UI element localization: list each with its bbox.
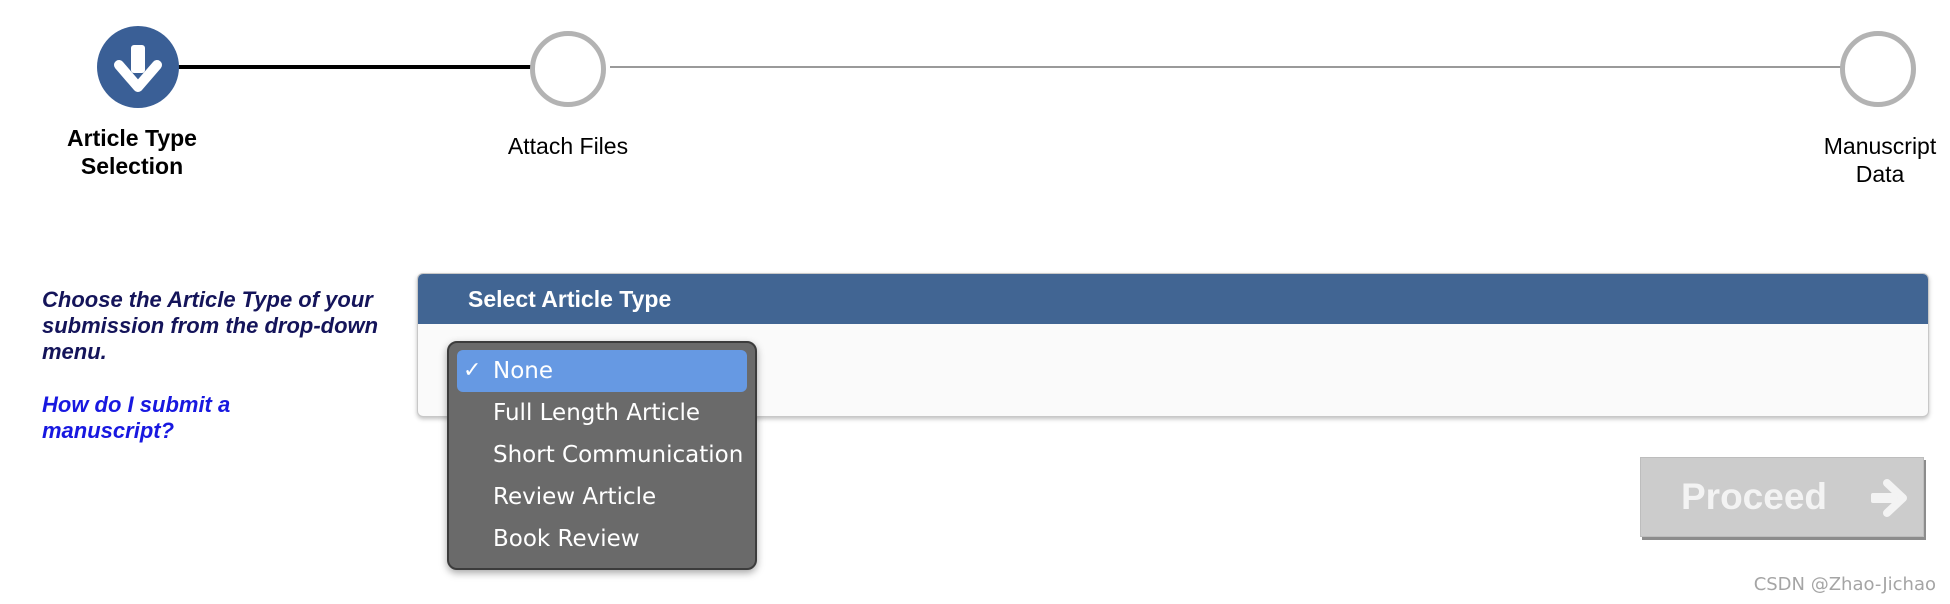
menu-option-review-article[interactable]: Review Article xyxy=(457,476,747,518)
arrow-right-icon xyxy=(1871,479,1907,517)
step-label-line: Data xyxy=(1855,161,1905,187)
step-label-line: Article Type xyxy=(67,125,197,151)
proceed-button[interactable]: Proceed xyxy=(1640,457,1924,537)
menu-option-label: Book Review xyxy=(493,526,640,552)
menu-option-label: Review Article xyxy=(493,484,657,510)
menu-option-book-review[interactable]: Book Review xyxy=(457,518,747,560)
menu-option-label: None xyxy=(493,358,554,384)
step-attach-files-circle xyxy=(530,31,606,107)
menu-option-short-communication[interactable]: Short Communication xyxy=(457,434,747,476)
checkmark-icon: ✓ xyxy=(463,358,482,383)
menu-option-label: Full Length Article xyxy=(493,400,701,426)
step-manuscript-data-label: Manuscript Data xyxy=(1800,132,1950,188)
panel-header: Select Article Type xyxy=(418,274,1928,324)
menu-option-full-length-article[interactable]: Full Length Article xyxy=(457,392,747,434)
step-manuscript-data-circle xyxy=(1840,31,1916,107)
arrow-down-icon xyxy=(114,45,162,92)
step-label-line: Selection xyxy=(80,153,184,179)
article-type-dropdown-menu: ✓ None Full Length Article Short Communi… xyxy=(447,341,757,570)
step-attach-files-label: Attach Files xyxy=(480,132,656,160)
menu-option-label: Short Communication xyxy=(493,442,744,468)
stepper-line-pending xyxy=(610,66,1842,68)
step-article-type-circle xyxy=(97,26,179,108)
help-link[interactable]: How do I submit a manuscript? xyxy=(42,392,342,444)
step-label-line: Manuscript xyxy=(1823,133,1937,159)
stepper-line-completed xyxy=(132,65,532,69)
menu-option-none[interactable]: ✓ None xyxy=(457,350,747,392)
step-article-type-label: Article Type Selection xyxy=(40,124,224,180)
proceed-label: Proceed xyxy=(1681,476,1828,517)
submission-page: Article Type Selection Attach Files Manu… xyxy=(0,0,1950,604)
watermark-text: CSDN @Zhao-Jichao xyxy=(1753,574,1936,595)
step-label-line: Attach Files xyxy=(507,133,629,159)
instruction-text: Choose the Article Type of your submissi… xyxy=(42,287,379,364)
